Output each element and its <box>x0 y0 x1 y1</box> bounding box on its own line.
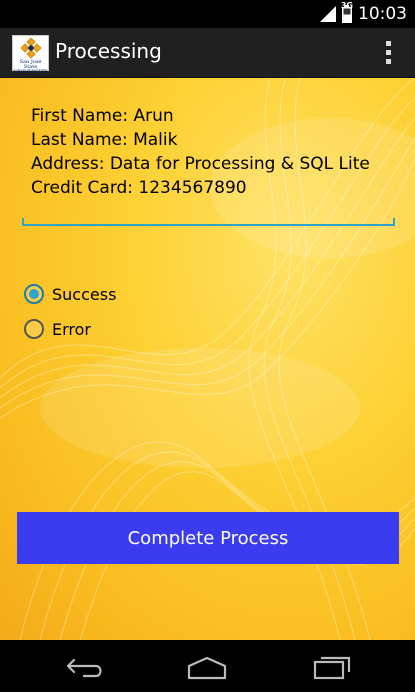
logo-text: San José State UNIVERSITY <box>13 59 48 75</box>
radio-success[interactable]: Success <box>24 284 116 304</box>
order-details: First Name: Arun Last Name: Malik Addres… <box>31 104 370 200</box>
credit-card-text: Credit Card: 1234567890 <box>31 178 247 198</box>
status-icons: 10:03 <box>320 3 407 25</box>
battery-icon <box>342 5 352 23</box>
radio-success-label: Success <box>52 284 117 304</box>
signal-icon <box>320 6 336 22</box>
app-logo[interactable]: San José State UNIVERSITY <box>12 35 49 75</box>
first-name-text: First Name: Arun <box>31 106 174 126</box>
home-icon[interactable] <box>184 652 230 682</box>
radio-error[interactable]: Error <box>24 319 91 339</box>
sjsu-seal-icon <box>20 38 42 59</box>
address-text: Address: Data for Processing & SQL Lite <box>31 154 370 174</box>
radio-error-label: Error <box>52 319 91 339</box>
complete-process-button[interactable]: Complete Process <box>17 512 399 564</box>
clock: 10:03 <box>358 4 407 24</box>
overflow-menu-icon[interactable] <box>383 41 393 67</box>
action-bar: San José State UNIVERSITY Processing <box>0 28 415 78</box>
back-icon[interactable] <box>62 652 108 682</box>
main-content: First Name: Arun Last Name: Malik Addres… <box>0 78 415 640</box>
recent-apps-icon[interactable] <box>309 652 355 682</box>
radio-checked-icon[interactable] <box>24 284 44 304</box>
text-input-field[interactable] <box>22 218 395 226</box>
page-title: Processing <box>55 39 162 63</box>
navigation-bar <box>0 640 415 692</box>
status-bar: 3G 10:03 <box>0 0 415 28</box>
last-name-text: Last Name: Malik <box>31 130 178 150</box>
radio-unchecked-icon[interactable] <box>24 319 44 339</box>
